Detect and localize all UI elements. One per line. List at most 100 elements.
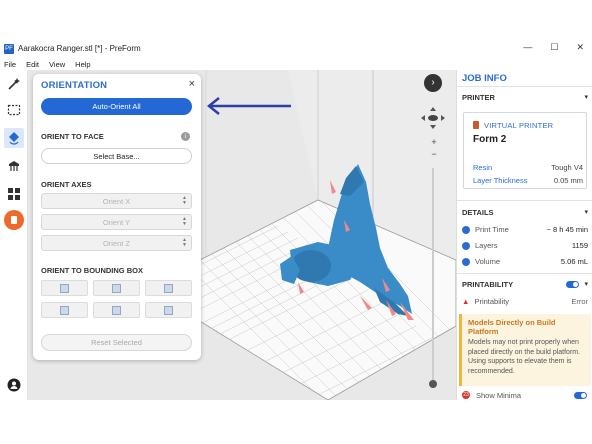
cube-face-icon: [164, 283, 173, 293]
layer-thickness-label: Layer Thickness: [473, 176, 528, 185]
supports-tool[interactable]: [4, 156, 24, 176]
bounding-box-button[interactable]: [93, 280, 140, 296]
zoom-in-button[interactable]: +: [428, 137, 440, 147]
show-minima-toggle[interactable]: [574, 392, 587, 399]
magic-wand-icon: [8, 78, 20, 90]
cube-face-icon: [112, 283, 121, 293]
printer-icon: [473, 121, 479, 129]
resin-label: Resin: [473, 163, 493, 172]
title-bar: PF Aarakocra Ranger.stl [*] - PreForm — …: [0, 40, 592, 57]
orient-to-face-heading: ORIENT TO FACE: [41, 132, 104, 141]
cube-face-icon: [60, 283, 69, 293]
divider: [457, 86, 592, 87]
zoom-slider-track[interactable]: [432, 168, 434, 380]
orient-y-label: Orient Y: [102, 217, 131, 227]
orient-z-field[interactable]: Orient Z ▲ ▼: [41, 235, 192, 251]
left-toolbar: [0, 70, 28, 400]
menu-file[interactable]: File: [4, 60, 16, 69]
layer-thickness-value: 0.05 mm: [553, 176, 583, 185]
bounding-box-heading: ORIENT TO BOUNDING BOX: [41, 266, 143, 275]
supports-icon: [9, 161, 19, 171]
chevron-down-icon[interactable]: ▾: [584, 93, 588, 101]
menu-help[interactable]: Help: [75, 60, 90, 69]
orientation-icon: [9, 132, 19, 145]
selection-box-icon: [7, 104, 21, 116]
window-title: Aarakocra Ranger.stl [*] - PreForm: [18, 44, 141, 53]
volume-row: Volume 5.06 mL: [462, 257, 588, 267]
select-tool[interactable]: [4, 100, 24, 120]
orientation-panel: ORIENTATION × Auto-Orient All ORIENT TO …: [33, 74, 201, 360]
select-base-button[interactable]: Select Base...: [41, 148, 192, 164]
collapse-sidebar-button[interactable]: ›: [424, 74, 442, 92]
print-time-row: Print Time ~ 8 h 45 min: [462, 225, 588, 235]
panel-title: ORIENTATION: [41, 80, 108, 91]
warning-card[interactable]: Models Directly on Build Platform Models…: [459, 314, 591, 386]
zoom-out-button[interactable]: −: [428, 149, 440, 159]
divider: [457, 200, 592, 201]
virtual-printer-label: VIRTUAL PRINTER: [484, 121, 554, 130]
layers-value: 1159: [571, 241, 588, 250]
view-navigation-icon[interactable]: [420, 106, 446, 130]
layer-thickness-row[interactable]: Layer Thickness 0.05 mm: [473, 176, 583, 185]
printer-name: Form 2: [473, 134, 507, 145]
show-minima-label: Show Minima: [476, 391, 522, 400]
clock-icon: [462, 226, 470, 235]
print-time-value: ~ 8 h 45 min: [546, 225, 588, 234]
printability-row: ▲ Printability Error: [462, 297, 588, 306]
magic-wand-tool[interactable]: [4, 74, 24, 94]
info-icon[interactable]: i: [181, 132, 190, 141]
orient-z-label: Orient Z: [102, 238, 131, 248]
printability-toggle[interactable]: [566, 281, 579, 288]
orient-x-label: Orient X: [102, 196, 131, 206]
chevron-down-icon[interactable]: ▾: [584, 280, 588, 288]
menu-view[interactable]: View: [49, 60, 65, 69]
job-info-panel: JOB INFO PRINTER ▾ VIRTUAL PRINTER Form …: [456, 70, 592, 400]
bounding-box-button[interactable]: [145, 280, 192, 296]
chevron-down-icon[interactable]: ▾: [584, 208, 588, 216]
zoom-slider-handle[interactable]: [429, 380, 437, 388]
cube-face-icon: [112, 305, 121, 315]
warning-body: Models may not print properly when place…: [468, 339, 581, 375]
zoom-controls: + −: [428, 137, 440, 159]
layout-tool[interactable]: [4, 184, 24, 204]
volume-value: 5.06 mL: [560, 257, 588, 266]
account-button[interactable]: [4, 375, 24, 395]
orient-x-field[interactable]: Orient X ▲ ▼: [41, 193, 192, 209]
close-window-button[interactable]: ✕: [576, 42, 584, 53]
print-time-label: Print Time: [475, 225, 509, 234]
window-controls: — ☐ ✕: [523, 42, 584, 53]
bounding-box-button[interactable]: [41, 280, 88, 296]
minimize-button[interactable]: —: [523, 42, 532, 53]
stepper-icon[interactable]: ▲ ▼: [182, 238, 187, 248]
details-section-heading[interactable]: DETAILS: [462, 208, 494, 217]
resin-row[interactable]: Resin Tough V4: [473, 163, 583, 172]
volume-label: Volume: [475, 257, 501, 266]
printer-card[interactable]: VIRTUAL PRINTER Form 2 Resin Tough V4 La…: [463, 112, 587, 189]
orient-y-field[interactable]: Orient Y ▲ ▼: [41, 214, 192, 230]
preform-logo-icon: PF: [4, 43, 14, 54]
layers-icon: [462, 242, 470, 251]
divider: [457, 273, 592, 274]
show-minima-row[interactable]: Show Minima: [476, 391, 588, 400]
maximize-button[interactable]: ☐: [550, 42, 558, 53]
stepper-icon[interactable]: ▲ ▼: [182, 217, 187, 227]
printability-section-heading[interactable]: PRINTABILITY: [462, 280, 513, 289]
auto-orient-all-button[interactable]: Auto-Orient All: [41, 98, 192, 115]
reset-selected-button[interactable]: Reset Selected: [41, 334, 192, 351]
job-info-title: JOB INFO: [462, 73, 507, 84]
bounding-box-button[interactable]: [93, 302, 140, 318]
bounding-box-button[interactable]: [145, 302, 192, 318]
printer-section-heading[interactable]: PRINTER: [462, 93, 495, 102]
bounding-box-button[interactable]: [41, 302, 88, 318]
droplet-icon: [462, 258, 470, 267]
close-panel-button[interactable]: ×: [189, 78, 195, 90]
orient-axes-heading: ORIENT AXES: [41, 180, 92, 189]
cube-face-icon: [60, 305, 69, 315]
menu-edit[interactable]: Edit: [26, 60, 39, 69]
layers-label: Layers: [475, 241, 498, 250]
orientation-tool[interactable]: [4, 128, 24, 148]
stepper-icon[interactable]: ▲ ▼: [182, 196, 187, 206]
menu-bar: File Edit View Help: [0, 58, 592, 70]
print-tool[interactable]: [4, 210, 24, 230]
error-count-badge: 23: [462, 391, 470, 399]
